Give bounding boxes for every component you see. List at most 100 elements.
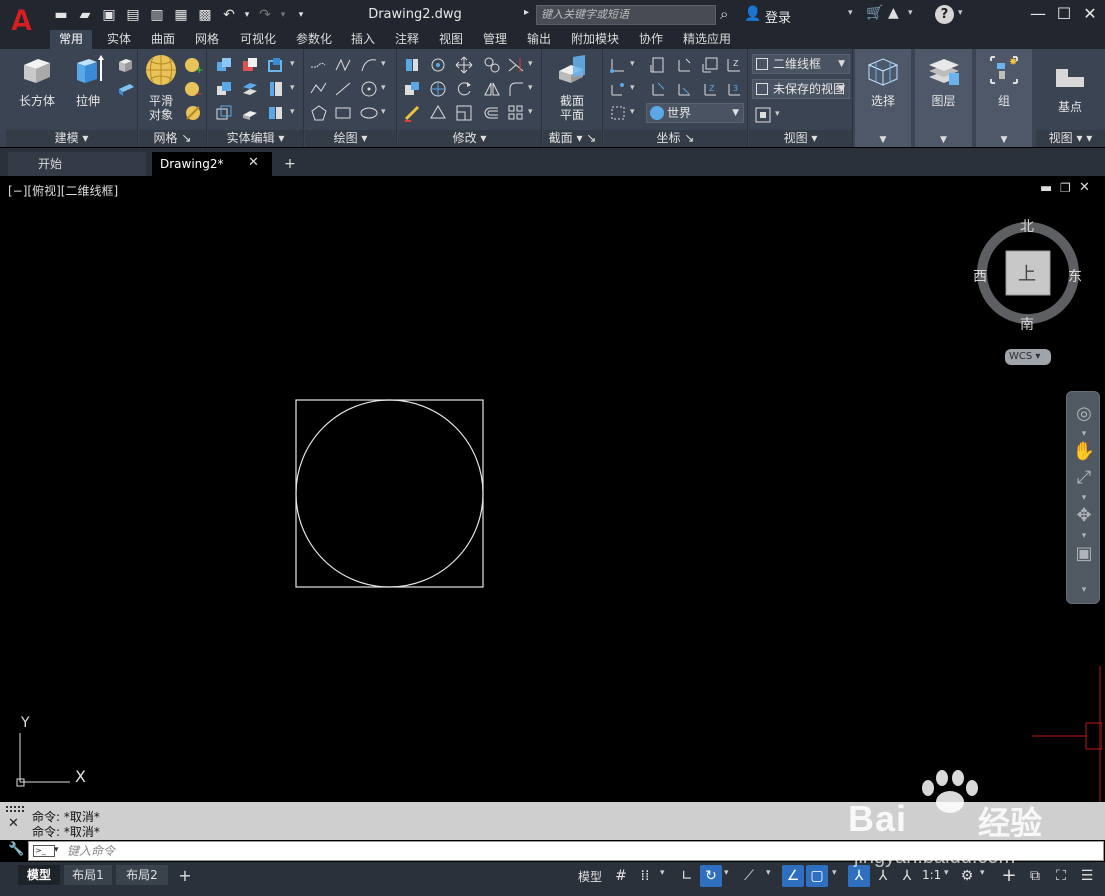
tab-surface[interactable]: 曲面 bbox=[142, 30, 184, 49]
minimize-window-icon[interactable]: — bbox=[1026, 3, 1050, 25]
move-3d-icon[interactable] bbox=[402, 55, 422, 75]
ucs-view-icon[interactable]: 3 bbox=[724, 79, 744, 99]
search-input[interactable]: 键入关键字或短语 bbox=[536, 5, 716, 25]
offset-icon[interactable] bbox=[482, 103, 502, 123]
polysolid-icon[interactable] bbox=[116, 79, 136, 99]
panel-title-mesh[interactable]: 网格 ↘ bbox=[139, 130, 206, 147]
ucs-origin-icon[interactable]: Z bbox=[724, 55, 744, 75]
plot-icon[interactable]: ▩ bbox=[196, 6, 214, 24]
ucs-object-caret-icon[interactable]: ▾ bbox=[630, 107, 635, 117]
ucs-object-icon[interactable] bbox=[608, 103, 628, 123]
tab-addins[interactable]: 附加模块 bbox=[566, 30, 624, 49]
smooth-object-button[interactable]: 平滑 对象 bbox=[141, 53, 181, 122]
annotation-visibility-icon[interactable]: ⅄ bbox=[848, 865, 870, 887]
file-tab-start[interactable]: 开始 bbox=[8, 152, 146, 176]
scale-icon[interactable] bbox=[454, 103, 474, 123]
tab-view[interactable]: 视图 bbox=[432, 30, 470, 49]
cart-icon[interactable]: 🛒 bbox=[866, 5, 883, 21]
move-icon[interactable] bbox=[454, 55, 474, 75]
fillet-icon[interactable] bbox=[506, 79, 526, 99]
showmotion-icon[interactable]: ▣ bbox=[1072, 542, 1096, 566]
helix-icon[interactable] bbox=[333, 55, 353, 75]
ellipse-icon[interactable] bbox=[359, 103, 379, 123]
line-icon[interactable] bbox=[333, 79, 353, 99]
subtract-icon[interactable] bbox=[240, 55, 260, 75]
workspace-caret-icon[interactable]: ▾ bbox=[980, 868, 985, 878]
snap-icon[interactable]: ⁞⁞ bbox=[634, 865, 656, 887]
ucs-named-icon[interactable] bbox=[648, 55, 668, 75]
trim-icon[interactable] bbox=[506, 55, 526, 75]
command-input[interactable]: 键入命令 bbox=[28, 841, 1104, 861]
tab-parametric[interactable]: 参数化 bbox=[288, 30, 340, 49]
3d-mirror-icon[interactable] bbox=[428, 79, 448, 99]
save-icon[interactable]: ▣ bbox=[100, 6, 118, 24]
spline-icon[interactable] bbox=[359, 55, 379, 75]
viewcube-top-face[interactable]: 上 bbox=[1018, 260, 1036, 286]
maximize-window-icon[interactable]: ☐ bbox=[1052, 3, 1076, 25]
search-icon[interactable]: ⌕ bbox=[720, 5, 738, 23]
compass-east[interactable]: 东 bbox=[1068, 266, 1082, 286]
redo-icon[interactable]: ↷ bbox=[256, 6, 274, 24]
erase-icon[interactable] bbox=[402, 103, 422, 123]
tab-featured-apps[interactable]: 精选应用 bbox=[676, 30, 738, 49]
snap-caret-icon[interactable]: ▾ bbox=[660, 868, 665, 878]
annotation-scale-icon[interactable]: ⅄ bbox=[896, 865, 918, 887]
panel-title-view[interactable]: 视图 ▾ bbox=[749, 130, 852, 147]
fullscreen-icon[interactable]: ⛶ bbox=[1050, 865, 1072, 887]
redo-caret-icon[interactable]: ▾ bbox=[274, 6, 292, 24]
group-button[interactable]: ✸ 组 ▼ bbox=[976, 49, 1032, 147]
add-layout-icon[interactable]: + bbox=[174, 865, 196, 887]
panel-title-draw[interactable]: 绘图 ▾ bbox=[305, 130, 396, 147]
array-icon[interactable] bbox=[506, 103, 526, 123]
mirror-icon[interactable] bbox=[482, 79, 502, 99]
annotation-scale-value[interactable]: 1:1 bbox=[922, 868, 941, 882]
array-caret-icon[interactable]: ▾ bbox=[528, 107, 533, 117]
rectangle-icon[interactable] bbox=[333, 103, 353, 123]
draw-caret-icon[interactable]: ▾ bbox=[381, 59, 386, 69]
isolate-objects-icon[interactable]: ⧉ bbox=[1024, 865, 1046, 887]
object-snap-tracking-icon[interactable]: ∠ bbox=[782, 865, 804, 887]
layout-tab-model[interactable]: 模型 bbox=[18, 865, 60, 885]
union-icon[interactable] bbox=[214, 55, 234, 75]
annotation-monitor-icon[interactable]: + bbox=[998, 865, 1020, 887]
circle-icon[interactable] bbox=[359, 79, 379, 99]
auto-scale-icon[interactable]: ⅄ bbox=[872, 865, 894, 887]
solid-edit-caret3-icon[interactable]: ▾ bbox=[290, 107, 295, 117]
tab-visualize[interactable]: 可视化 bbox=[232, 30, 284, 49]
box-button[interactable]: 长方体 bbox=[12, 53, 62, 108]
isodraft-caret-icon[interactable]: ▾ bbox=[766, 868, 771, 878]
ucs-select[interactable]: 世界 ▼ bbox=[646, 103, 744, 123]
imprint-icon[interactable] bbox=[240, 103, 260, 123]
new-file-icon[interactable]: ▬ bbox=[52, 6, 70, 24]
tab-mesh[interactable]: 网格 bbox=[186, 30, 228, 49]
mesh-smooth-less-icon[interactable]: − bbox=[183, 79, 203, 100]
polar-tracking-icon[interactable]: ↻ bbox=[700, 865, 722, 887]
login-button[interactable]: 登录 bbox=[765, 7, 791, 26]
rotate-3d-icon[interactable] bbox=[428, 55, 448, 75]
layout-tab-layout2[interactable]: 布局2 bbox=[116, 865, 168, 885]
tab-manage[interactable]: 管理 bbox=[476, 30, 514, 49]
tab-collaborate[interactable]: 协作 bbox=[632, 30, 670, 49]
customize-command-icon[interactable]: 🔧 bbox=[8, 842, 24, 857]
thicken-icon[interactable] bbox=[266, 79, 286, 99]
navbar-options-icon[interactable]: ▾ bbox=[1072, 578, 1096, 602]
command-line-grip-icon[interactable] bbox=[6, 806, 26, 812]
workspace-gear-icon[interactable]: ⚙ bbox=[956, 865, 978, 887]
command-recent-caret-icon[interactable]: ▾ bbox=[54, 845, 59, 855]
copy-icon[interactable] bbox=[482, 55, 502, 75]
interfere-icon[interactable] bbox=[266, 55, 286, 75]
drawn-square[interactable] bbox=[295, 399, 484, 588]
customization-menu-icon[interactable]: ☰ bbox=[1076, 865, 1098, 887]
command-prompt-icon[interactable]: >_ bbox=[33, 845, 55, 857]
new-tab-icon[interactable]: + bbox=[280, 155, 300, 173]
tab-annotate[interactable]: 注释 bbox=[388, 30, 426, 49]
layout-tab-layout1[interactable]: 布局1 bbox=[64, 865, 112, 885]
grid-icon[interactable]: # bbox=[610, 865, 632, 887]
save-as-icon[interactable]: ▤ bbox=[124, 6, 142, 24]
panel-title-modify[interactable]: 修改 ▾ bbox=[398, 130, 541, 147]
section-plane-button[interactable]: 截面 平面 bbox=[549, 53, 595, 122]
visual-style-select[interactable]: 二维线框 ▼ bbox=[752, 54, 850, 74]
isodraft-icon[interactable]: ⟋ bbox=[738, 865, 760, 887]
object-snap-icon[interactable]: ▢ bbox=[806, 865, 828, 887]
extract-edges-icon[interactable] bbox=[214, 103, 234, 123]
